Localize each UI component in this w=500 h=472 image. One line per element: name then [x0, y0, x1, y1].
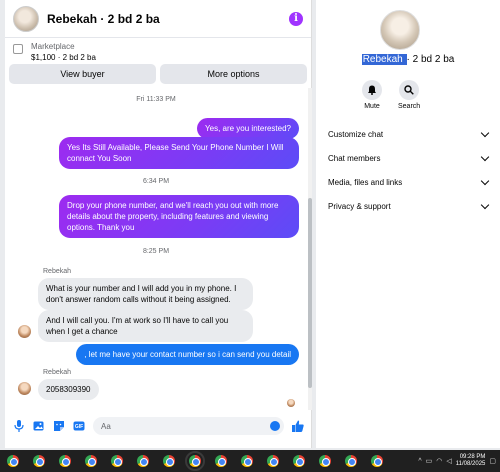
- profile-name-rest: · 2 bd 2 ba: [406, 54, 455, 65]
- chrome-icon[interactable]: [7, 455, 19, 467]
- emoji-icon[interactable]: [270, 421, 280, 431]
- chrome-icon[interactable]: [319, 455, 331, 467]
- selected-name-text: Rebekah: [361, 54, 407, 65]
- menu-item-label: Customize chat: [328, 129, 384, 139]
- chat-header: Rebekah · 2 bd 2 ba i: [5, 0, 311, 38]
- menu-item-label: Chat members: [328, 153, 381, 163]
- chrome-icon[interactable]: [371, 455, 383, 467]
- profile-avatar[interactable]: [380, 10, 420, 50]
- privacy-support-item[interactable]: Privacy & support: [316, 194, 500, 218]
- marketplace-listing[interactable]: Marketplace $1,100 · 2 bd 2 ba: [5, 38, 311, 62]
- customize-chat-item[interactable]: Customize chat: [316, 122, 500, 146]
- chrome-icon[interactable]: [241, 455, 253, 467]
- message-input-placeholder: Aa: [101, 421, 111, 431]
- message-incoming[interactable]: 2058309390: [38, 379, 99, 400]
- chevron-down-icon: [480, 152, 490, 161]
- chat-members-item[interactable]: Chat members: [316, 146, 500, 170]
- chrome-icon[interactable]: [85, 455, 97, 467]
- taskbar-apps: [0, 451, 390, 471]
- sender-name: Rebekah: [43, 268, 72, 275]
- sender-name: Rebekah: [43, 369, 72, 376]
- chevron-up-icon[interactable]: ^: [418, 458, 421, 465]
- chrome-icon[interactable]: [185, 451, 205, 471]
- menu-item-label: Privacy & support: [328, 201, 391, 211]
- notifications-icon[interactable]: ▢: [489, 457, 496, 465]
- clock-date: 11/08/2025: [455, 461, 486, 467]
- details-menu: Customize chat Chat members Media, files…: [316, 122, 500, 218]
- info-icon[interactable]: i: [289, 11, 303, 26]
- listing-buttons: View buyer More options: [5, 64, 311, 84]
- chat-title[interactable]: Rebekah · 2 bd 2 ba: [47, 12, 160, 26]
- chat-details-panel: Rebekah · 2 bd 2 ba Mute Search Customiz…: [316, 0, 500, 448]
- clock-time: 09:28 PM: [459, 454, 486, 460]
- mute-label: Mute: [364, 103, 380, 110]
- image-icon[interactable]: [33, 420, 45, 432]
- sender-avatar[interactable]: [18, 382, 31, 395]
- windows-taskbar: ^ ▭ ◠ ◁ 09:28 PM 11/08/2025 ▢: [0, 450, 500, 472]
- marketplace-label: Marketplace: [31, 42, 75, 51]
- message-incoming[interactable]: What is your number and I will add you i…: [38, 278, 253, 310]
- message-incoming[interactable]: And I will call you. I'm at work so I'll…: [38, 310, 253, 342]
- chrome-icon[interactable]: [59, 455, 71, 467]
- chrome-icon[interactable]: [163, 455, 175, 467]
- more-options-button[interactable]: More options: [160, 64, 307, 84]
- scrollbar-thumb[interactable]: [308, 198, 312, 388]
- chrome-icon[interactable]: [267, 455, 279, 467]
- chrome-icon[interactable]: [215, 455, 227, 467]
- message-scrollbar[interactable]: [308, 88, 312, 410]
- volume-icon[interactable]: ◁: [446, 457, 451, 465]
- message-input[interactable]: Aa: [93, 417, 284, 435]
- listing-thumbnail: [13, 44, 23, 54]
- chevron-down-icon: [480, 176, 490, 185]
- chat-panel: Rebekah · 2 bd 2 ba i Marketplace $1,100…: [5, 0, 312, 448]
- menu-item-label: Media, files and links: [328, 177, 403, 187]
- mute-button[interactable]: Mute: [362, 80, 382, 110]
- read-receipt-avatar: [287, 399, 295, 407]
- listing-price: $1,100 · 2 bd 2 ba: [31, 53, 96, 62]
- chrome-icon[interactable]: [33, 455, 45, 467]
- microphone-icon[interactable]: [13, 420, 25, 432]
- sender-avatar[interactable]: [18, 325, 31, 338]
- message-outgoing[interactable]: Drop your phone number, and we'll reach …: [59, 195, 299, 238]
- profile-name[interactable]: Rebekah · 2 bd 2 ba: [316, 54, 500, 65]
- svg-text:GIF: GIF: [75, 424, 83, 430]
- media-files-links-item[interactable]: Media, files and links: [316, 170, 500, 194]
- gif-icon[interactable]: GIF: [73, 420, 85, 432]
- view-buyer-button[interactable]: View buyer: [9, 64, 156, 84]
- sticker-icon[interactable]: [53, 420, 65, 432]
- message-outgoing[interactable]: Yes, are you interested?: [197, 118, 299, 139]
- search-label: Search: [398, 103, 421, 110]
- chrome-icon[interactable]: [111, 455, 123, 467]
- message-outgoing[interactable]: Yes Its Still Available, Please Send You…: [59, 137, 299, 169]
- chevron-down-icon: [480, 128, 490, 137]
- search-button[interactable]: Search: [398, 80, 420, 110]
- chrome-icon[interactable]: [345, 455, 357, 467]
- chrome-icon[interactable]: [137, 455, 149, 467]
- clock[interactable]: 09:28 PM 11/08/2025: [456, 454, 486, 468]
- contact-avatar[interactable]: [13, 5, 39, 32]
- chevron-down-icon: [480, 200, 490, 209]
- bell-icon: [362, 80, 382, 100]
- composer: GIF Aa: [5, 414, 312, 438]
- chrome-icon[interactable]: [293, 455, 305, 467]
- thumbs-up-icon[interactable]: [292, 420, 304, 432]
- timestamp: 6:34 PM: [142, 178, 170, 185]
- wifi-icon[interactable]: ◠: [436, 457, 442, 465]
- search-icon: [399, 80, 420, 100]
- timestamp: 8:25 PM: [142, 248, 170, 255]
- system-tray: ^ ▭ ◠ ◁ 09:28 PM 11/08/2025 ▢: [418, 454, 500, 468]
- message-outgoing[interactable]: , let me have your contact number so i c…: [76, 344, 299, 365]
- network-icon[interactable]: ▭: [426, 457, 433, 465]
- message-list: Fri 11:33 PM Yes, are you interested? Ye…: [5, 88, 307, 410]
- timestamp: Fri 11:33 PM: [136, 96, 176, 103]
- profile-actions: Mute Search: [362, 80, 420, 110]
